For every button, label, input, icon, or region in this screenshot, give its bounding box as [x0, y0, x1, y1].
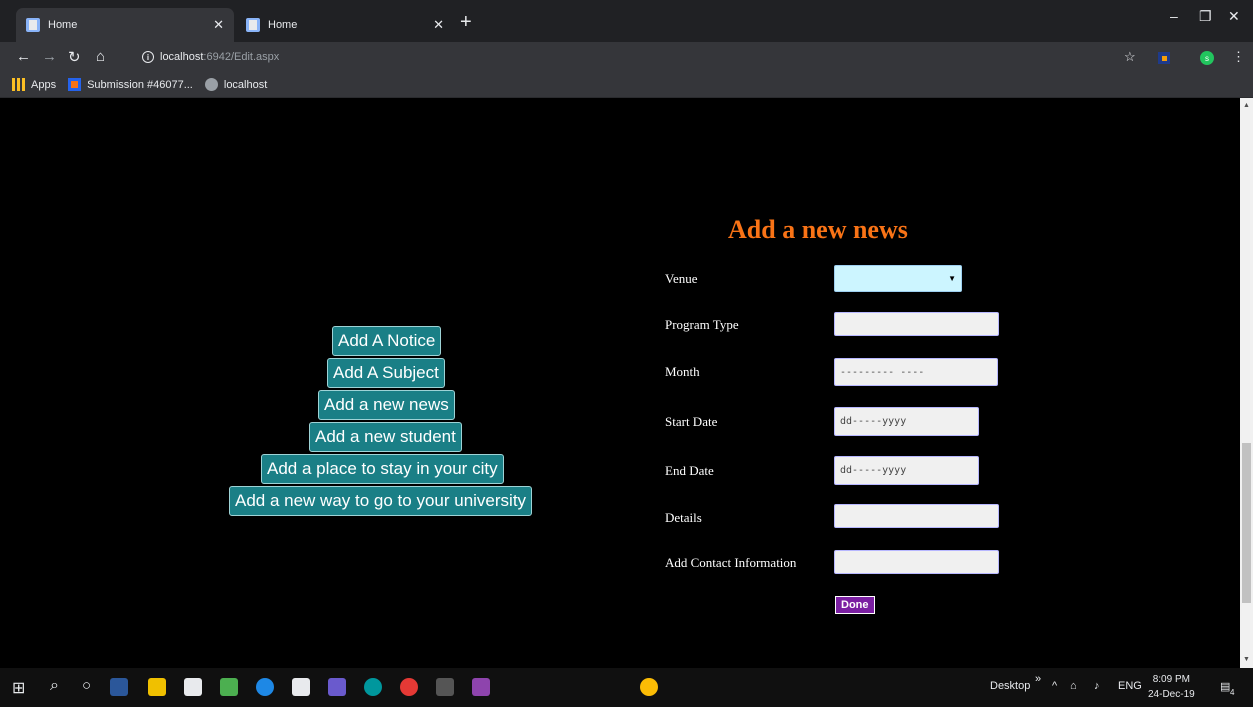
bookmarks-bar: Apps Submission #46077... localhost — [0, 72, 1253, 98]
store-icon[interactable] — [184, 678, 202, 696]
bookmark-label: localhost — [223, 78, 268, 91]
add-subject-button[interactable]: Add A Subject — [327, 358, 445, 388]
tab-home-1[interactable]: Home ✕ — [16, 8, 234, 42]
tray-overflow-icon[interactable]: ^ — [1052, 680, 1057, 692]
start-date-label: Start Date — [665, 414, 718, 429]
bookmark-apps[interactable]: Apps — [12, 78, 56, 91]
bookmark-label: Submission #46077... — [87, 78, 193, 91]
page-icon — [246, 18, 260, 32]
visual-studio-code-icon[interactable] — [328, 678, 346, 696]
browser-toolbar: ← → ↻ ⌂ i localhost :6942/Edit.aspx ☆ s … — [0, 42, 1253, 72]
page-icon — [26, 18, 40, 32]
chevron-icon[interactable]: » — [1035, 673, 1041, 685]
page-scrollbar[interactable]: ▲ ▼ — [1240, 98, 1253, 668]
program-type-input[interactable] — [834, 312, 999, 336]
form-title: Add a new news — [728, 215, 908, 244]
url-path: :6942/Edit.aspx — [203, 51, 280, 63]
add-notice-button[interactable]: Add A Notice — [332, 326, 442, 356]
bookmark-submission[interactable]: Submission #46077... — [68, 78, 193, 91]
info-icon[interactable]: i — [142, 51, 154, 63]
url-host: localhost — [160, 51, 204, 63]
start-date-input[interactable]: dd-----yyyy — [834, 407, 979, 436]
menu-icon[interactable]: ⋮ — [1232, 49, 1245, 65]
end-date-placeholder: dd-----yyyy — [840, 465, 907, 476]
opera-icon[interactable] — [400, 678, 418, 696]
tab-title: Home — [268, 19, 298, 31]
cortana-icon[interactable]: ○ — [82, 677, 91, 694]
add-way-to-university-button[interactable]: Add a new way to go to your university — [229, 486, 533, 516]
contact-info-label: Add Contact Information — [665, 555, 797, 570]
program-type-label: Program Type — [665, 317, 739, 332]
language-indicator[interactable]: ENG — [1118, 680, 1142, 692]
address-bar[interactable]: i localhost :6942/Edit.aspx — [138, 45, 1113, 69]
forward-icon[interactable]: → — [42, 48, 57, 65]
new-tab-icon[interactable]: + — [460, 12, 472, 32]
venue-label: Venue — [665, 271, 698, 286]
globe-icon — [204, 78, 218, 91]
details-label: Details — [665, 510, 702, 525]
start-date-placeholder: dd-----yyyy — [840, 416, 907, 427]
close-icon[interactable]: ✕ — [213, 17, 224, 33]
month-label: Month — [665, 364, 700, 379]
windows-start-icon[interactable]: ⊞ — [12, 678, 25, 698]
desktop-toolbar-label[interactable]: Desktop — [990, 680, 1030, 692]
close-icon[interactable]: ✕ — [433, 17, 444, 33]
search-icon[interactable]: ⌕ — [50, 677, 59, 695]
dropdown-arrow-icon: ▼ — [948, 274, 956, 283]
add-news-button[interactable]: Add a new news — [318, 390, 455, 420]
notification-icon[interactable]: ▤ — [1220, 680, 1230, 693]
clock-time: 8:09 PM — [1152, 674, 1190, 685]
bookmark-star-icon[interactable]: ☆ — [1124, 49, 1136, 65]
bookmark-localhost[interactable]: localhost — [204, 78, 268, 91]
window-close-icon[interactable]: ✕ — [1228, 8, 1240, 25]
month-input[interactable]: --------- ---- — [834, 358, 998, 386]
clock[interactable]: 8:09 PM 24-Dec-19 — [1148, 672, 1195, 702]
apps-icon — [12, 78, 25, 91]
site-icon — [68, 78, 82, 91]
restore-icon[interactable]: ❐ — [1199, 8, 1212, 25]
windows-taskbar: ⊞ ⌕ ○ Desktop » ^ ⌂ ♪ ENG 8:09 PM 24-Dec… — [0, 668, 1253, 707]
add-student-button[interactable]: Add a new student — [309, 422, 462, 452]
word-icon[interactable] — [110, 678, 128, 696]
bookmark-label: Apps — [31, 78, 57, 91]
end-date-input[interactable]: dd-----yyyy — [834, 456, 979, 485]
venue-select[interactable]: ▼ — [834, 265, 962, 292]
visual-studio-icon[interactable] — [472, 678, 490, 696]
scroll-up-icon[interactable]: ▲ — [1243, 102, 1250, 109]
screen: Home ✕ Home ✕ + – ❐ ✕ ← → ↻ ⌂ i localhos… — [0, 0, 1253, 707]
notification-count: 4 — [1230, 688, 1235, 697]
terminal-icon[interactable] — [436, 678, 454, 696]
minimize-icon[interactable]: – — [1170, 8, 1178, 24]
reload-icon[interactable]: ↻ — [68, 48, 81, 66]
tab-home-2[interactable]: Home ✕ — [236, 8, 454, 42]
done-button[interactable]: Done — [835, 596, 875, 614]
edge-icon[interactable] — [256, 678, 274, 696]
details-input[interactable] — [834, 504, 999, 528]
profile-avatar[interactable]: s — [1200, 51, 1214, 65]
clock-date: 24-Dec-19 — [1148, 689, 1195, 700]
tab-title: Home — [48, 19, 78, 31]
month-placeholder: --------- ---- — [840, 366, 925, 378]
back-icon[interactable]: ← — [16, 48, 31, 65]
contact-info-input[interactable] — [834, 550, 999, 574]
page-content — [0, 98, 1240, 668]
end-date-label: End Date — [665, 463, 714, 478]
scrollbar-thumb[interactable] — [1242, 443, 1251, 603]
arduino-icon[interactable] — [364, 678, 382, 696]
browser-tab-strip: Home ✕ Home ✕ + – ❐ ✕ — [0, 0, 1253, 42]
chrome-icon[interactable] — [640, 678, 658, 696]
volume-icon[interactable]: ♪ — [1094, 680, 1100, 692]
file-explorer-icon[interactable] — [148, 678, 166, 696]
extension-icon[interactable] — [1158, 52, 1170, 64]
mail-icon[interactable] — [292, 678, 310, 696]
home-icon[interactable]: ⌂ — [96, 48, 105, 65]
network-icon[interactable]: ⌂ — [1070, 680, 1077, 692]
photos-icon[interactable] — [220, 678, 238, 696]
scroll-down-icon[interactable]: ▼ — [1243, 656, 1250, 663]
add-place-to-stay-button[interactable]: Add a place to stay in your city — [261, 454, 504, 484]
